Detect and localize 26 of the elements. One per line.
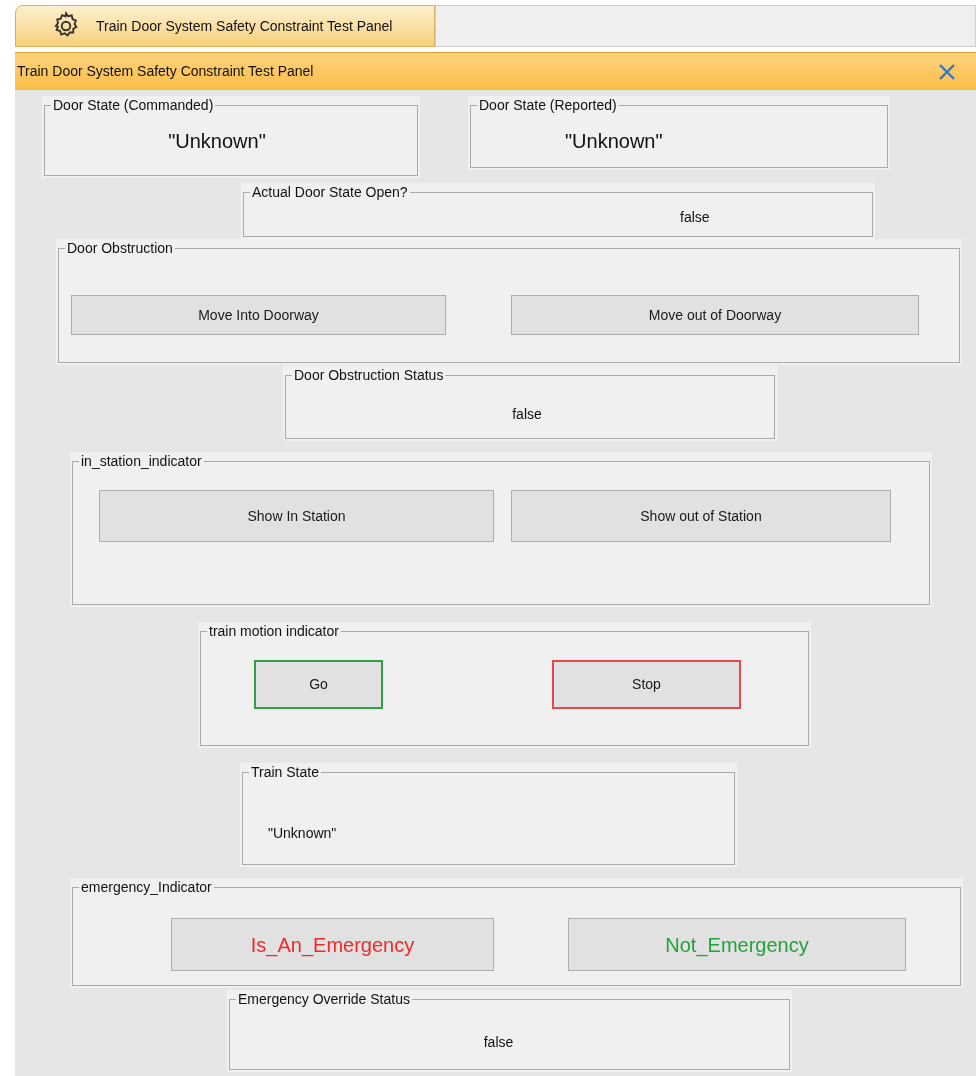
panel-title: Train Door System Safety Constraint Test Panel	[17, 62, 314, 81]
action-button[interactable]: Show In Station	[99, 490, 494, 542]
group-title: Door Obstruction	[66, 241, 174, 255]
group-title: Door State (Reported)	[478, 98, 618, 112]
value-text: false	[512, 405, 542, 424]
value-text: false	[680, 208, 710, 227]
action-button[interactable]: Show out of Station	[511, 490, 891, 542]
close-icon[interactable]	[938, 62, 956, 81]
action-button[interactable]: Move Into Doorway	[71, 295, 446, 335]
group-title: Door State (Commanded)	[52, 98, 215, 112]
group-title: Door Obstruction Status	[293, 368, 445, 382]
group-title: in_station_indicator	[80, 454, 203, 468]
value-text: false	[483, 1033, 514, 1052]
action-button[interactable]: Stop	[552, 660, 741, 709]
action-button[interactable]: Move out of Doorway	[511, 295, 919, 335]
group-title: Actual Door State Open?	[251, 185, 409, 199]
value-text: "Unknown"	[565, 129, 663, 154]
tab-title: Train Door System Safety Constraint Test Panel	[96, 16, 393, 36]
group-title: Emergency Override Status	[237, 992, 411, 1006]
panel-tab[interactable]: Train Door System Safety Constraint Test Panel	[15, 5, 435, 47]
group-title: Train State	[250, 765, 320, 779]
value-text: "Unknown"	[268, 824, 337, 843]
group-title: train motion indicator	[208, 624, 340, 638]
group-title: emergency_Indicator	[80, 880, 213, 894]
value-text: "Unknown"	[168, 129, 266, 154]
action-button[interactable]: Go	[254, 660, 383, 709]
